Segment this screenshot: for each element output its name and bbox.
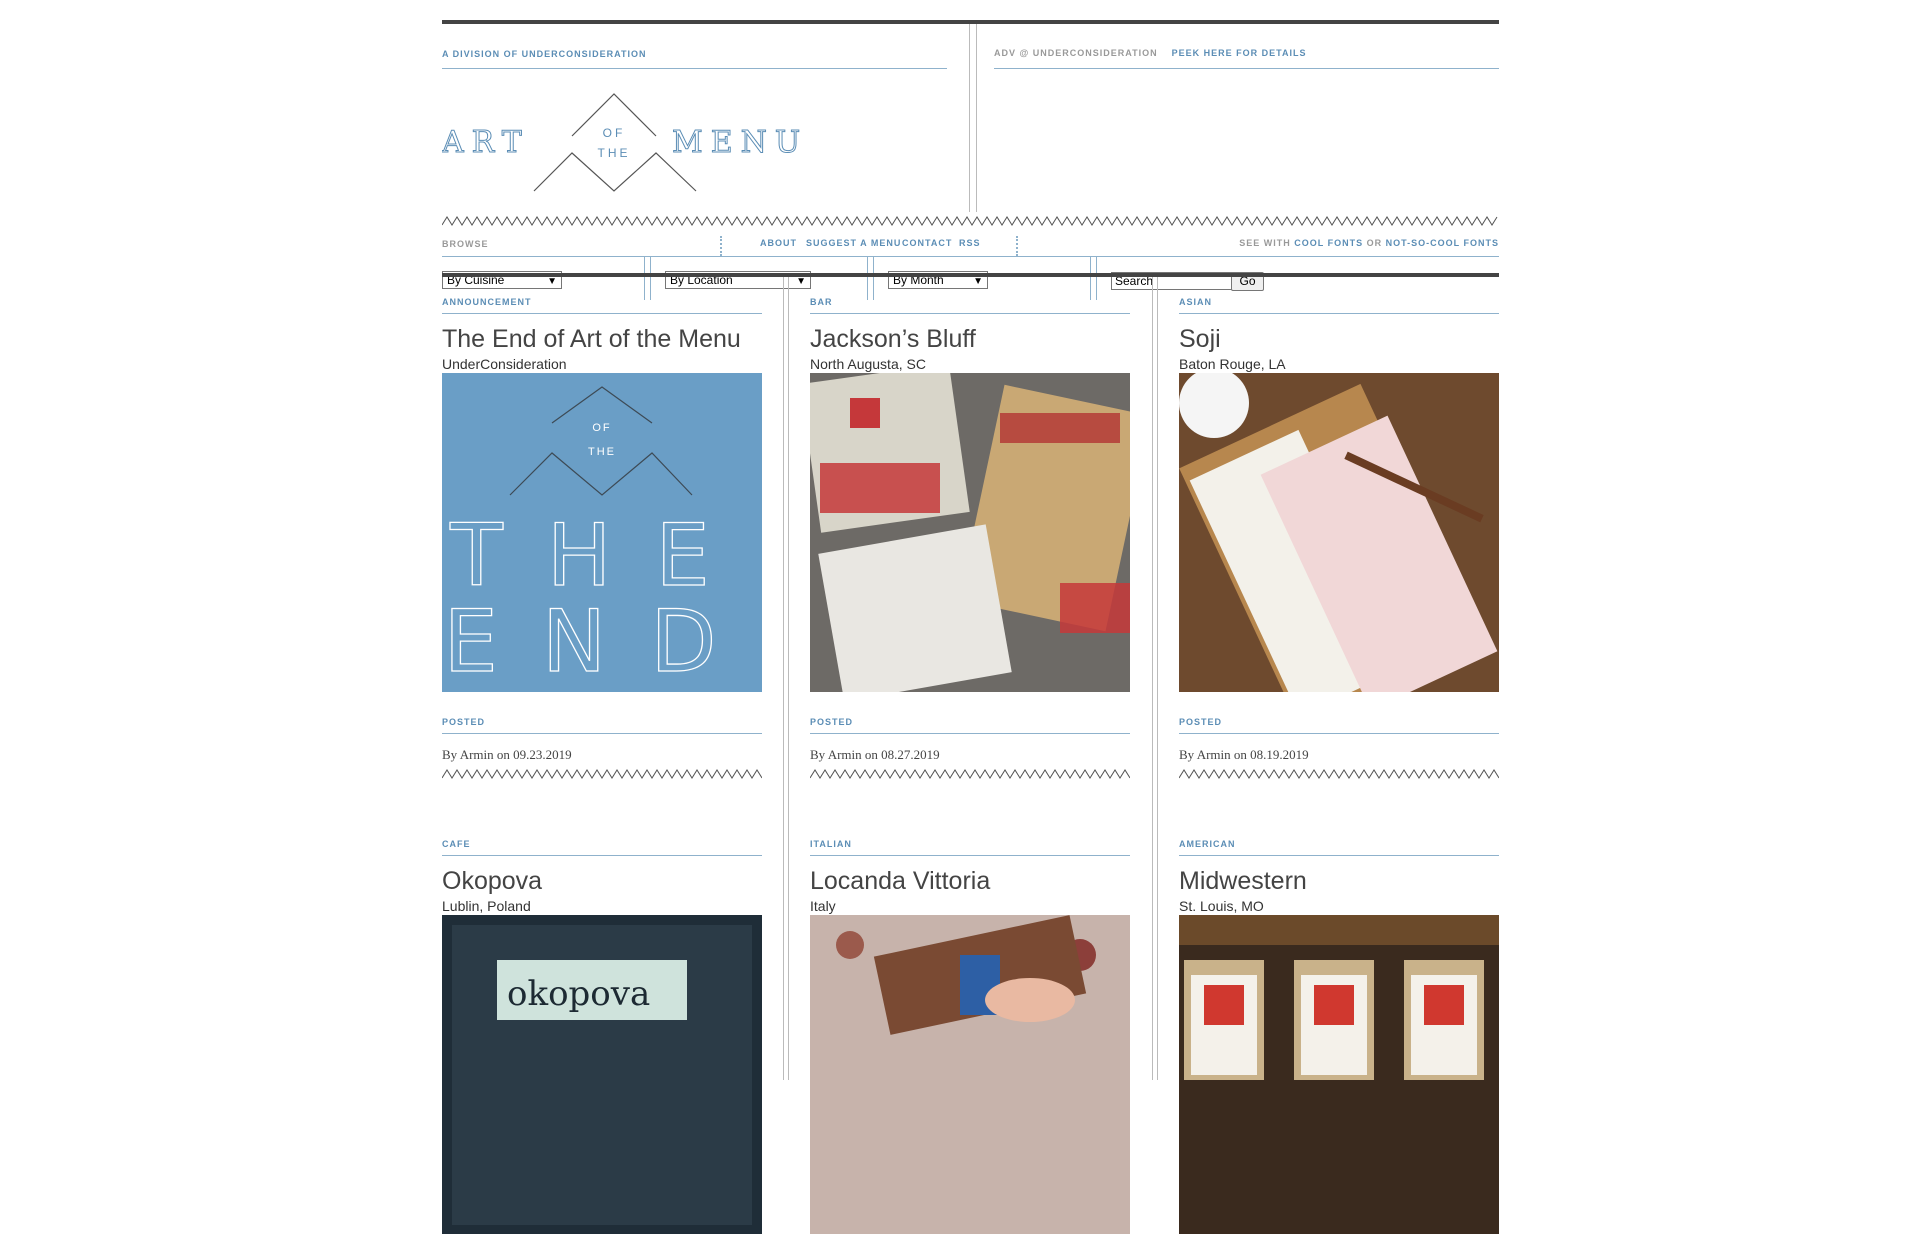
nav-rss[interactable]: RSS (959, 238, 981, 248)
post-title[interactable]: Okopova (442, 867, 542, 896)
dotted-divider (720, 236, 725, 256)
column-divider (1090, 256, 1097, 300)
post-category[interactable]: BAR (810, 297, 833, 307)
posted-label: POSTED (1179, 717, 1223, 727)
logo-the: THE (598, 146, 631, 160)
column-divider (783, 277, 789, 1080)
column-divider (1152, 277, 1158, 1080)
post-byline: By Armin on 09.23.2019 (442, 747, 572, 762)
site-logo[interactable]: ART OF THE MENU (442, 89, 947, 219)
divider (810, 313, 1130, 314)
post-location: St. Louis, MO (1179, 898, 1264, 914)
post-title[interactable]: Locanda Vittoria (810, 867, 990, 896)
zigzag-line (1179, 769, 1499, 779)
post-grid: ANNOUNCEMENT The End of Art of the Menu … (442, 277, 1499, 1234)
hand (985, 978, 1075, 1022)
divider (1179, 733, 1499, 734)
image-line-1: THE (449, 506, 754, 606)
post-title[interactable]: Jackson’s Bluff (810, 325, 976, 354)
divider (442, 313, 762, 314)
nav-suggest[interactable]: SUGGEST A MENU (806, 238, 901, 248)
post-category[interactable]: ASIAN (1179, 297, 1212, 307)
post-location: UnderConsideration (442, 356, 567, 372)
image-wordmark: okopova (507, 974, 650, 1014)
browse-label: BROWSE (442, 239, 489, 249)
divider (442, 68, 947, 69)
post-location: Italy (810, 898, 836, 914)
adv-label: ADV @ UNDERCONSIDERATION (994, 48, 1158, 58)
header: A DIVISION OF UNDERCONSIDERATION ART OF … (442, 24, 1499, 216)
post-byline: By Armin on 08.27.2019 (810, 747, 940, 762)
red-stamp (850, 398, 880, 428)
logo-menu: MENU (672, 125, 808, 160)
image-line-2: END (444, 592, 761, 692)
zigzag-divider (810, 769, 1130, 779)
divider (442, 733, 762, 734)
red-m-mark (1424, 985, 1464, 1025)
post-image[interactable] (1179, 373, 1499, 692)
post-category[interactable]: ITALIAN (810, 839, 852, 849)
image-the: THE (588, 446, 616, 458)
logo-of: OF (603, 126, 626, 140)
posted-label: POSTED (442, 717, 486, 727)
page: A DIVISION OF UNDERCONSIDERATION ART OF … (442, 20, 1499, 1234)
red-word-left (820, 463, 940, 513)
post-title[interactable]: The End of Art of the Menu (442, 325, 741, 354)
divider (442, 855, 762, 856)
post-title[interactable]: Soji (1179, 325, 1221, 354)
zigzag-line (810, 769, 1130, 779)
post-category[interactable]: AMERICAN (1179, 839, 1236, 849)
terrazzo-chip (836, 931, 864, 959)
adv-line: ADV @ UNDERCONSIDERATION PEEK HERE FOR D… (994, 48, 1307, 58)
post-location: Lublin, Poland (442, 898, 531, 914)
zigzag-divider (1179, 769, 1499, 779)
red-word-right (1000, 413, 1120, 443)
nav-contact[interactable]: CONTACT (902, 238, 952, 248)
divider (1179, 855, 1499, 856)
post-category[interactable]: CAFE (442, 839, 471, 849)
red-m-mark (1314, 985, 1354, 1025)
zigzag-divider (442, 216, 1498, 226)
cool-fonts-link[interactable]: COOL FONTS (1294, 238, 1363, 248)
divider (994, 68, 1499, 69)
division-link[interactable]: A DIVISION OF UNDERCONSIDERATION (442, 49, 647, 59)
post-location: Baton Rouge, LA (1179, 356, 1286, 372)
divider (442, 256, 1499, 257)
column-divider (644, 256, 651, 300)
section-bar (442, 273, 1499, 277)
post-image[interactable]: okopova (442, 915, 762, 1234)
fonts-prefix: SEE WITH (1239, 238, 1291, 248)
dotted-divider (1016, 236, 1021, 256)
nav-about[interactable]: ABOUT (760, 238, 797, 248)
peek-link[interactable]: PEEK HERE FOR DETAILS (1172, 48, 1307, 58)
post-image[interactable]: OF THE THE END (442, 373, 762, 692)
post-image[interactable] (810, 915, 1130, 1234)
post-location: North Augusta, SC (810, 356, 926, 372)
column-divider (867, 256, 874, 300)
post-image[interactable] (1179, 915, 1499, 1234)
not-cool-fonts-link[interactable]: NOT-SO-COOL FONTS (1386, 238, 1499, 248)
zigzag-divider (442, 769, 762, 779)
zigzag-line (442, 769, 762, 779)
red-m-mark (1204, 985, 1244, 1025)
post-image[interactable] (810, 373, 1130, 692)
image-of: OF (592, 422, 611, 434)
divider (1179, 313, 1499, 314)
posted-label: POSTED (810, 717, 854, 727)
divider (810, 733, 1130, 734)
post-byline: By Armin on 08.19.2019 (1179, 747, 1309, 762)
zigzag-line (442, 216, 1498, 226)
bar-shelf (1179, 915, 1499, 945)
fonts-or: OR (1366, 238, 1383, 248)
post-title[interactable]: Midwestern (1179, 867, 1307, 896)
font-toggle: SEE WITH COOL FONTS OR NOT-SO-COOL FONTS (1239, 238, 1499, 248)
divider (810, 855, 1130, 856)
header-divider (969, 24, 977, 212)
post-category[interactable]: ANNOUNCEMENT (442, 297, 532, 307)
red-word-bottom (1060, 583, 1130, 633)
logo-art: ART (442, 125, 530, 160)
menu-sheet (818, 524, 1012, 692)
